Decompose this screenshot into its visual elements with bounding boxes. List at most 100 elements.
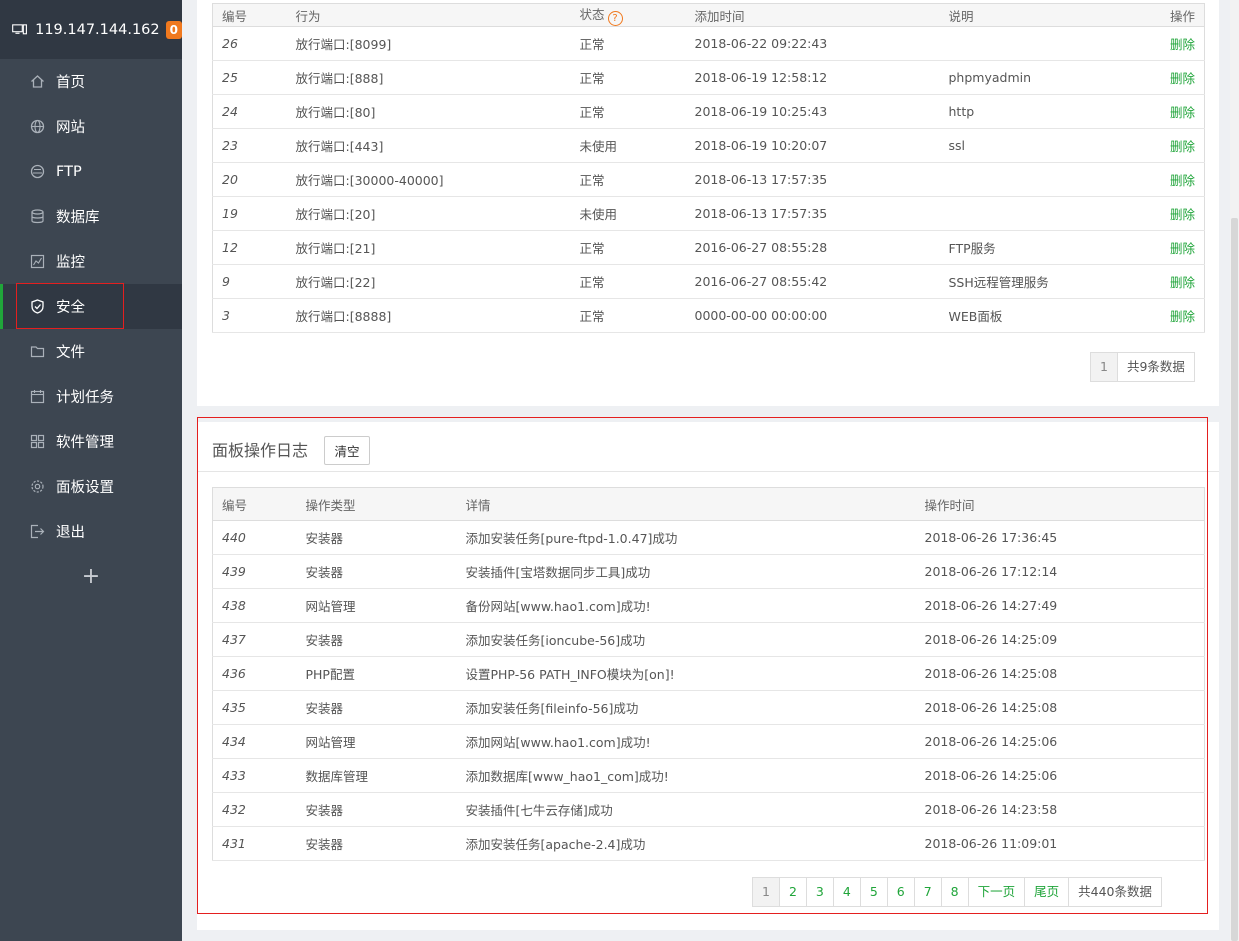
sidebar-item-label: 数据库 bbox=[56, 210, 100, 226]
scrollbar-thumb[interactable] bbox=[1231, 218, 1238, 941]
ftp-icon bbox=[30, 164, 45, 179]
page-last-button[interactable]: 尾页 bbox=[1024, 878, 1068, 906]
cell-type: 安装器 bbox=[296, 622, 457, 657]
sidebar-item-label: 软件管理 bbox=[56, 435, 114, 451]
cell-type: 安装器 bbox=[296, 554, 457, 589]
page-current[interactable]: 1 bbox=[753, 878, 779, 906]
sidebar-item-label: 面板设置 bbox=[56, 480, 114, 496]
table-row: 433 数据库管理 添加数据库[www_hao1_com]成功! 2018-06-26… bbox=[212, 758, 1205, 793]
cell-id: 24 bbox=[212, 94, 287, 129]
delete-link[interactable]: 删除 bbox=[1170, 309, 1195, 324]
page-link[interactable]: 2 bbox=[778, 878, 806, 906]
sidebar-item-database[interactable]: 数据库 bbox=[0, 194, 182, 239]
delete-link[interactable]: 删除 bbox=[1170, 241, 1195, 256]
table-row: 20 放行端口:[30000-40000] 正常 2018-06-13 17:57:3… bbox=[212, 162, 1205, 197]
cell-detail: 添加网站[www.hao1.com]成功! bbox=[456, 724, 916, 759]
sidebar-item-label: FTP bbox=[56, 163, 82, 180]
cell-id: 431 bbox=[212, 826, 297, 861]
cell-op: 删除 bbox=[1119, 298, 1205, 333]
page-link[interactable]: 3 bbox=[805, 878, 833, 906]
table-row: 434 网站管理 添加网站[www.hao1.com]成功! 2018-06-26 1… bbox=[212, 724, 1205, 759]
page-total: 共440条数据 bbox=[1068, 878, 1161, 906]
cell-detail: 添加安装任务[ioncube-56]成功 bbox=[456, 622, 916, 657]
cell-added: 2016-06-27 08:55:28 bbox=[685, 230, 940, 265]
folder-icon bbox=[30, 344, 45, 359]
table-row: 19 放行端口:[20] 未使用 2018-06-13 17:57:35 删除 bbox=[212, 196, 1205, 231]
sidebar-item-ftp[interactable]: FTP bbox=[0, 149, 182, 194]
sidebar-item-home[interactable]: 首页 bbox=[0, 59, 182, 104]
cell-type: 数据库管理 bbox=[296, 758, 457, 793]
monitor-chart-icon bbox=[30, 254, 45, 269]
delete-link[interactable]: 删除 bbox=[1170, 105, 1195, 120]
sidebar-item-cron[interactable]: 计划任务 bbox=[0, 374, 182, 419]
cell-action: 放行端口:[30000-40000] bbox=[286, 162, 571, 197]
notification-badge[interactable]: 0 bbox=[165, 20, 182, 39]
sidebar-item-files[interactable]: 文件 bbox=[0, 329, 182, 374]
cell-added: 2018-06-19 10:20:07 bbox=[685, 128, 940, 163]
cell-detail: 备份网站[www.hao1.com]成功! bbox=[456, 588, 916, 623]
cell-action: 放行端口:[21] bbox=[286, 230, 571, 265]
page-link[interactable]: 8 bbox=[940, 878, 968, 906]
table-header-row: 编号 行为 状态? 添加时间 说明 操作 bbox=[212, 3, 1205, 27]
delete-link[interactable]: 删除 bbox=[1170, 173, 1195, 188]
col-id: 编号 bbox=[212, 3, 287, 27]
page-link[interactable]: 4 bbox=[832, 878, 860, 906]
scrollbar[interactable] bbox=[1230, 0, 1239, 941]
cell-type: 网站管理 bbox=[296, 724, 457, 759]
page-link[interactable]: 7 bbox=[913, 878, 941, 906]
sidebar-item-website[interactable]: 网站 bbox=[0, 104, 182, 149]
cell-id: 25 bbox=[212, 60, 287, 95]
globe-icon bbox=[30, 119, 45, 134]
cell-added: 2018-06-22 09:22:43 bbox=[685, 26, 940, 61]
clear-logs-button[interactable]: 清空 bbox=[324, 436, 370, 465]
sidebar-item-security[interactable]: 安全 bbox=[0, 283, 182, 329]
delete-link[interactable]: 删除 bbox=[1170, 139, 1195, 154]
cell-op: 删除 bbox=[1119, 162, 1205, 197]
delete-link[interactable]: 删除 bbox=[1170, 275, 1195, 290]
cell-detail: 添加安装任务[apache-2.4]成功 bbox=[456, 826, 916, 861]
cell-id: 12 bbox=[212, 230, 287, 265]
log-pager: 1 2 3 4 5 6 7 8 下一页 尾页 共440条数据 bbox=[752, 877, 1163, 907]
gear-icon bbox=[30, 479, 45, 494]
table-row: 431 安装器 添加安装任务[apache-2.4]成功 2018-06-26 11:… bbox=[212, 826, 1205, 861]
page-current[interactable]: 1 bbox=[1091, 353, 1117, 381]
cell-id: 432 bbox=[212, 792, 297, 827]
cell-note bbox=[939, 26, 1120, 61]
cell-status: 正常 bbox=[570, 298, 686, 333]
table-row: 3 放行端口:[8888] 正常 0000-00-00 00:00:00 WEB面板 删除 bbox=[212, 298, 1205, 333]
col-op: 操作 bbox=[1119, 3, 1205, 27]
page-next-button[interactable]: 下一页 bbox=[967, 878, 1025, 906]
table-row: 435 安装器 添加安装任务[fileinfo-56]成功 2018-06-26 14… bbox=[212, 690, 1205, 725]
cell-note: phpmyadmin bbox=[939, 60, 1120, 95]
cell-action: 放行端口:[22] bbox=[286, 264, 571, 299]
server-ip: 119.147.144.162 bbox=[35, 21, 160, 38]
sidebar-item-monitor[interactable]: 监控 bbox=[0, 239, 182, 284]
table-row: 9 放行端口:[22] 正常 2016-06-27 08:55:42 SSH远程管理服务… bbox=[212, 264, 1205, 299]
sidebar-item-software[interactable]: 软件管理 bbox=[0, 419, 182, 464]
sidebar-item-label: 首页 bbox=[56, 75, 85, 91]
cell-id: 9 bbox=[212, 264, 287, 299]
cell-op: 删除 bbox=[1119, 26, 1205, 61]
page-link[interactable]: 5 bbox=[859, 878, 887, 906]
help-icon[interactable]: ? bbox=[607, 11, 623, 26]
cell-id: 437 bbox=[212, 622, 297, 657]
table-row: 436 PHP配置 设置PHP-56 PATH_INFO模块为[on]! 2018-0… bbox=[212, 656, 1205, 691]
delete-link[interactable]: 删除 bbox=[1170, 207, 1195, 222]
database-icon bbox=[30, 209, 45, 224]
cell-detail: 添加数据库[www_hao1_com]成功! bbox=[456, 758, 916, 793]
delete-link[interactable]: 删除 bbox=[1170, 37, 1195, 52]
cell-id: 439 bbox=[212, 554, 297, 589]
sidebar-item-label: 监控 bbox=[56, 255, 85, 271]
cell-type: PHP配置 bbox=[296, 656, 457, 691]
delete-link[interactable]: 删除 bbox=[1170, 71, 1195, 86]
add-menu-button[interactable]: + bbox=[0, 554, 182, 599]
logout-icon bbox=[30, 524, 45, 539]
cell-id: 19 bbox=[212, 196, 287, 231]
sidebar-item-settings[interactable]: 面板设置 bbox=[0, 464, 182, 509]
cell-type: 安装器 bbox=[296, 826, 457, 861]
page-link[interactable]: 6 bbox=[886, 878, 914, 906]
col-action: 行为 bbox=[286, 3, 571, 27]
table-row: 23 放行端口:[443] 未使用 2018-06-19 10:20:07 ssl 删除 bbox=[212, 128, 1205, 163]
sidebar-item-logout[interactable]: 退出 bbox=[0, 509, 182, 554]
cell-op: 删除 bbox=[1119, 230, 1205, 265]
